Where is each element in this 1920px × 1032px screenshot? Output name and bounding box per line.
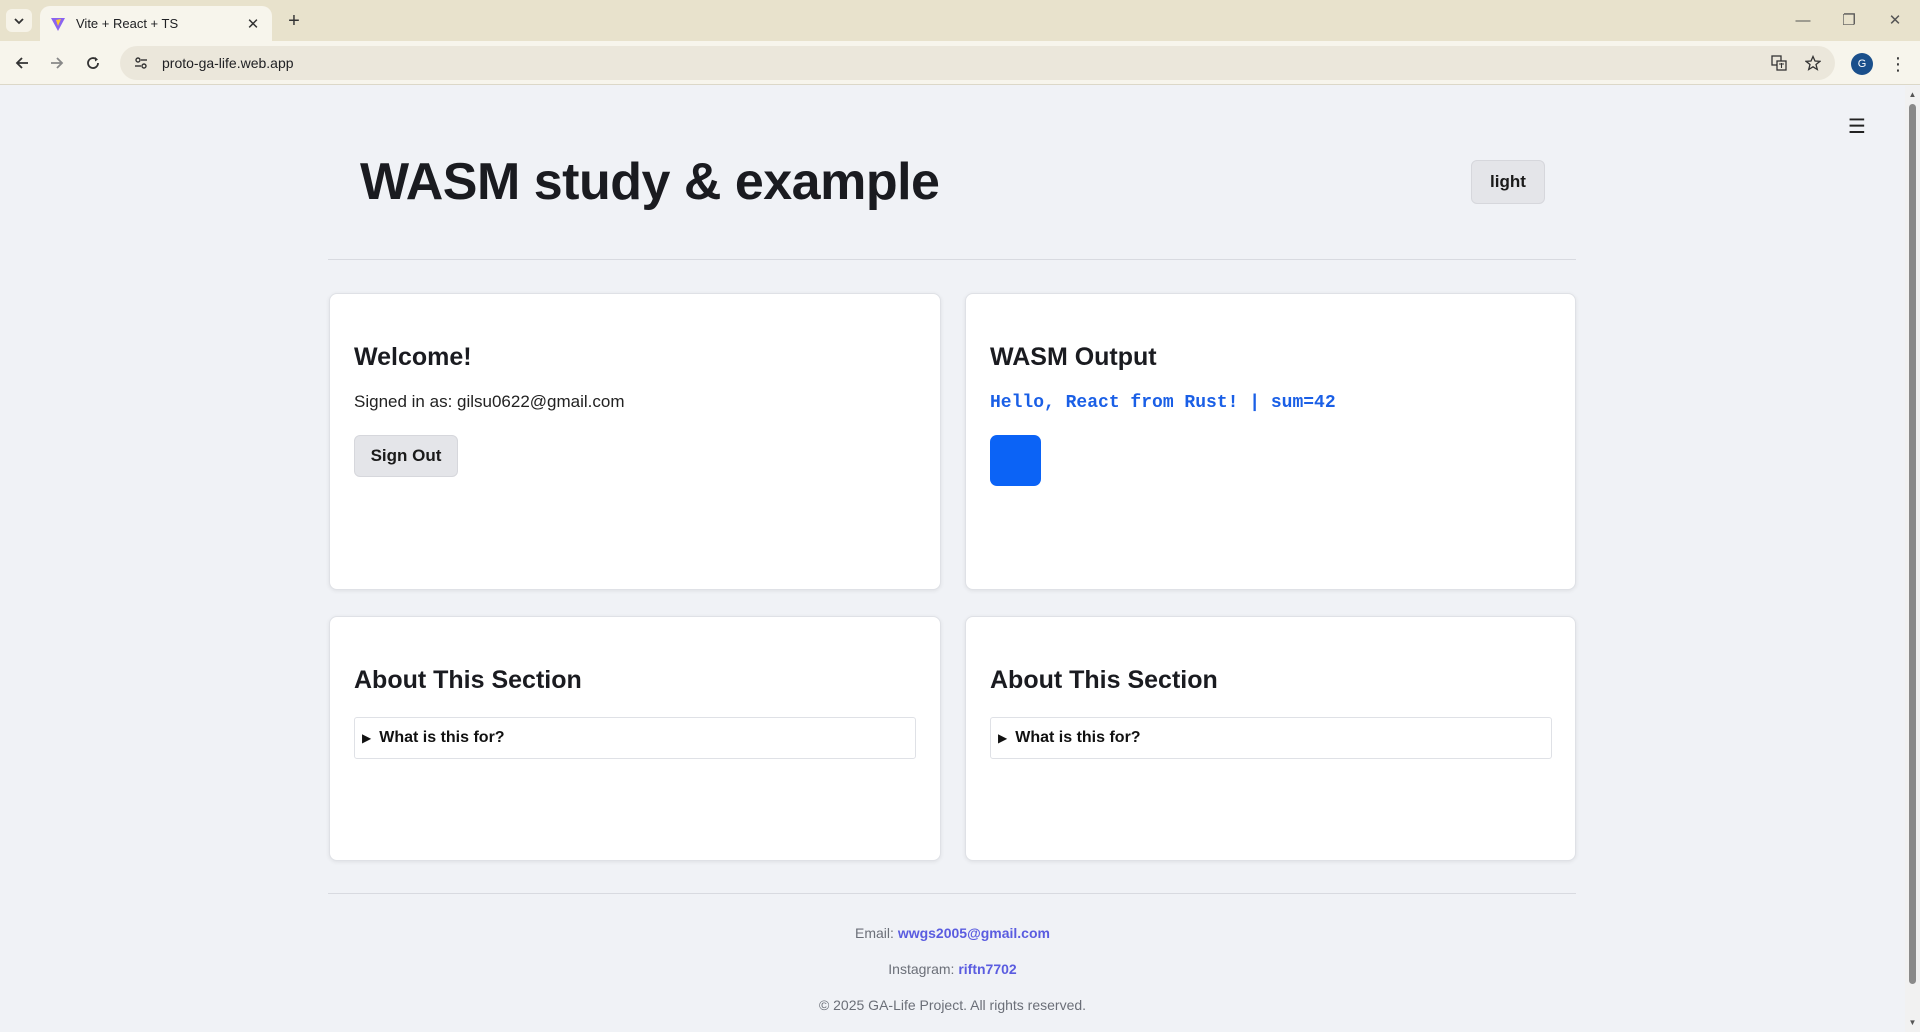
about-details-toggle[interactable]: ▶ What is this for? (990, 717, 1552, 759)
tab-list-button[interactable] (6, 9, 32, 32)
profile-avatar[interactable]: G (1851, 53, 1873, 75)
footer-divider (328, 893, 1576, 894)
url-text: proto-ga-life.web.app (162, 55, 294, 71)
minimize-icon[interactable]: — (1780, 0, 1826, 40)
browser-tab[interactable]: Vite + React + TS ✕ (40, 6, 272, 41)
welcome-card: Welcome! Signed in as: gilsu0622@gmail.c… (329, 293, 941, 590)
theme-toggle-button[interactable]: light (1471, 160, 1545, 204)
address-bar[interactable]: proto-ga-life.web.app (120, 46, 1835, 80)
wasm-output-text: Hello, React from Rust! | sum=42 (990, 393, 1336, 413)
page-viewport: ☰ WASM study & example light Welcome! Si… (0, 86, 1905, 1032)
about-card-1: About This Section ▶ What is this for? (329, 616, 941, 861)
about-card-2: About This Section ▶ What is this for? (965, 616, 1576, 861)
instagram-link[interactable]: riftn7702 (958, 961, 1016, 977)
wasm-color-box (990, 435, 1041, 486)
reload-icon[interactable] (79, 49, 107, 77)
wasm-output-card: WASM Output Hello, React from Rust! | su… (965, 293, 1576, 590)
about-details-toggle[interactable]: ▶ What is this for? (354, 717, 916, 759)
footer-instagram: Instagram: riftn7702 (0, 961, 1905, 977)
translate-icon[interactable] (1767, 51, 1791, 75)
footer-email: Email: wwgs2005@gmail.com (0, 925, 1905, 941)
disclosure-triangle-icon: ▶ (362, 731, 372, 745)
new-tab-plus-icon[interactable]: + (282, 9, 306, 33)
browser-toolbar: proto-ga-life.web.app G ⋮ (0, 41, 1920, 85)
sign-out-button[interactable]: Sign Out (354, 435, 458, 477)
wasm-output-heading: WASM Output (990, 343, 1157, 371)
restore-icon[interactable]: ❐ (1826, 0, 1872, 40)
instagram-label: Instagram: (888, 961, 955, 977)
tab-close-icon[interactable]: ✕ (244, 15, 262, 33)
footer-copyright: © 2025 GA-Life Project. All rights reser… (818, 997, 1087, 1013)
welcome-heading: Welcome! (354, 343, 472, 371)
about-heading: About This Section (354, 666, 582, 694)
signed-in-text: Signed in as: gilsu0622@gmail.com (354, 392, 625, 411)
page-scrollbar[interactable]: ▲ ▼ (1905, 86, 1920, 1032)
scroll-down-arrow-icon[interactable]: ▼ (1908, 1018, 1917, 1027)
about-heading: About This Section (990, 666, 1218, 694)
back-arrow-icon[interactable] (8, 49, 36, 77)
hamburger-icon[interactable]: ☰ (1845, 116, 1869, 138)
scroll-up-arrow-icon[interactable]: ▲ (1908, 90, 1917, 99)
forward-arrow-icon[interactable] (43, 49, 71, 77)
more-vert-icon[interactable]: ⋮ (1887, 51, 1909, 77)
star-icon[interactable] (1801, 51, 1825, 75)
page-title: WASM study & example (360, 153, 940, 211)
about-summary: What is this for? (379, 729, 505, 746)
tab-title: Vite + React + TS (76, 16, 179, 31)
browser-tab-bar: Vite + React + TS ✕ + — ❐ ✕ (0, 0, 1920, 41)
chevron-down-icon (14, 17, 24, 24)
scrollbar-thumb[interactable] (1909, 104, 1916, 984)
site-info-icon[interactable] (126, 48, 156, 78)
email-link[interactable]: wwgs2005@gmail.com (898, 925, 1050, 941)
about-summary: What is this for? (1015, 729, 1141, 746)
disclosure-triangle-icon: ▶ (998, 731, 1008, 745)
vite-favicon-icon (50, 16, 66, 32)
email-label: Email: (855, 925, 894, 941)
header-divider (328, 259, 1576, 260)
close-window-icon[interactable]: ✕ (1872, 0, 1918, 40)
